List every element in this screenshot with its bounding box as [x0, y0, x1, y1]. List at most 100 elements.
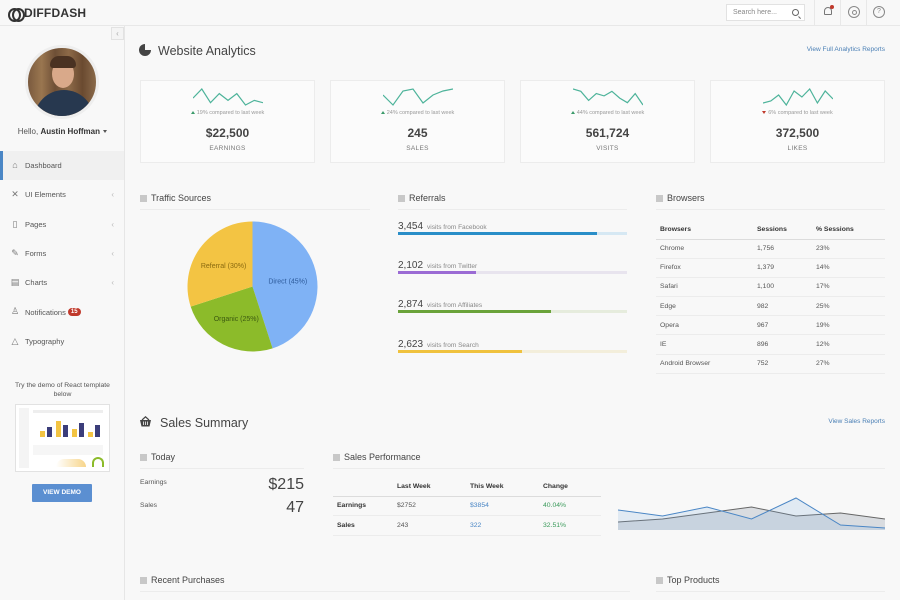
sessions-percent: 19% [812, 315, 885, 336]
row-label: Earnings [333, 496, 393, 516]
sidebar-nav: ⌂ Dashboard ✕ UI Elements ‹ ▯ Pages ‹ ✎ … [0, 151, 124, 356]
sidebar-item-pages[interactable]: ▯ Pages ‹ [0, 210, 124, 239]
sparkline-path [763, 88, 833, 107]
sidebar-item-label: UI Elements [25, 190, 66, 200]
browser-name: Edge [656, 296, 753, 317]
divider [398, 209, 627, 210]
search-input[interactable]: Search here... [726, 4, 805, 21]
stat-label: EARNINGS [209, 145, 246, 152]
help-icon[interactable]: ? [873, 6, 885, 18]
sessions-percent: 25% [812, 296, 885, 317]
sessions-percent: 17% [812, 277, 885, 298]
sidebar-item-forms[interactable]: ✎ Forms ‹ [0, 239, 124, 268]
view-analytics-reports-link[interactable]: View Full Analytics Reports [807, 46, 885, 53]
column-header[interactable]: Change [539, 477, 601, 497]
top-bar: DIFFDASH Search here... ? [0, 0, 900, 26]
sessions-percent: 12% [812, 334, 885, 355]
view-demo-button[interactable]: VIEW DEMO [32, 484, 92, 502]
pie-slice-label: Organic (25%) [214, 316, 259, 323]
column-header[interactable]: % Sessions [812, 220, 885, 240]
referral-item: 2,102 visits from Twitter [398, 255, 627, 274]
sales-performance-table: Last Week This Week Change Earnings $275… [333, 477, 601, 536]
sidebar-item-dashboard[interactable]: ⌂ Dashboard [0, 151, 124, 181]
trend-down-icon [762, 111, 767, 114]
stat-card-earnings: 19% compared to last week $22,500 EARNIN… [140, 80, 315, 163]
notifications-bell-icon[interactable] [822, 5, 834, 18]
sessions-percent: 27% [812, 354, 885, 374]
sparkline [193, 88, 263, 106]
stat-value: 561,724 [585, 126, 630, 140]
basket-icon [140, 416, 151, 427]
sparkline [763, 88, 833, 107]
collapse-sidebar-button[interactable]: ‹ [111, 27, 124, 40]
referral-item: 3,454 visits from Facebook [398, 216, 627, 235]
gear-icon[interactable] [848, 6, 860, 18]
column-header[interactable]: Browsers [656, 220, 753, 240]
sidebar-item-charts[interactable]: ▤ Charts ‹ [0, 268, 124, 297]
brand-logo[interactable]: DIFFDASH [8, 6, 86, 22]
sidebar-item-label: Pages [25, 219, 47, 229]
sidebar-item-typography[interactable]: △ Typography [0, 327, 124, 356]
browser-name: Opera [656, 315, 753, 336]
trend-up-icon [190, 111, 195, 114]
divider [140, 468, 304, 469]
caret-down-icon [103, 130, 108, 134]
pie-chart-icon [139, 43, 152, 56]
divider [333, 468, 885, 469]
referral-progress-track [398, 232, 627, 235]
referral-progress-track [398, 350, 627, 353]
referral-count: 2,623 [398, 339, 424, 350]
today-heading: Today [140, 452, 175, 462]
promo-text: Try the demo of React template below [15, 382, 110, 398]
sessions-value: 982 [753, 296, 812, 317]
column-header[interactable]: Last Week [393, 477, 466, 497]
table-row: Earnings $2752 $3854 40.04% [333, 496, 601, 516]
view-sales-reports-link[interactable]: View Sales Reports [828, 418, 885, 425]
sessions-value: 1,379 [753, 258, 812, 278]
browser-name: Chrome [656, 239, 753, 259]
last-week-value: 243 [393, 515, 466, 536]
square-icon [140, 576, 147, 584]
sessions-value: 1,100 [753, 277, 812, 298]
browser-name: Android Browser [656, 354, 753, 374]
stat-value: $22,500 [205, 126, 250, 140]
sidebar-item-notifications[interactable]: ♙ Notifications 15 [0, 297, 124, 326]
table-row: Android Browser 752 27% [656, 354, 885, 374]
table-row: Safari 1,100 17% [656, 277, 885, 298]
search-icon[interactable] [792, 9, 799, 16]
stat-card-sales: 24% compared to last week 245 SALES [330, 80, 505, 163]
react-demo-preview-image[interactable] [15, 404, 110, 472]
user-menu[interactable]: Hello, Austin Hoffman [0, 127, 125, 136]
avatar[interactable] [25, 45, 99, 119]
sales-label: Sales [140, 502, 158, 509]
sparkline-path [573, 88, 643, 106]
traffic-sources-heading: Traffic Sources [140, 193, 211, 203]
column-header [333, 477, 393, 497]
chevron-left-icon: ‹ [111, 249, 114, 259]
referral-count: 2,874 [398, 299, 424, 310]
comparison-text: 24% compared to last week [331, 110, 504, 116]
sessions-percent: 23% [812, 239, 885, 259]
sales-summary-title: Sales Summary [160, 416, 249, 430]
row-label: Sales [333, 515, 393, 536]
square-icon [140, 453, 147, 461]
this-week-value: 322 [466, 515, 539, 536]
last-week-value: $2752 [393, 496, 466, 516]
column-header[interactable]: This Week [466, 477, 539, 497]
sidebar-item-ui-elements[interactable]: ✕ UI Elements ‹ [0, 180, 124, 209]
referral-source: visits from Twitter [427, 263, 478, 270]
logo-icon [8, 8, 25, 22]
table-row: Firefox 1,379 14% [656, 258, 885, 278]
comparison-text: 6% compared to last week [711, 110, 884, 116]
stat-label: SALES [406, 145, 429, 152]
bell-icon: ♙ [10, 306, 20, 317]
trend-up-icon [570, 111, 575, 114]
typography-icon: △ [11, 335, 19, 346]
referral-count: 2,102 [398, 260, 424, 271]
main-content: Website Analytics View Full Analytics Re… [125, 26, 900, 600]
sidebar: ‹ Hello, Austin Hoffman ⌂ Dashboard ✕ UI… [0, 26, 125, 600]
sales-performance-heading: Sales Performance [333, 452, 421, 462]
sessions-value: 896 [753, 334, 812, 355]
column-header[interactable]: Sessions [753, 220, 812, 240]
user-name: Austin Hoffman [40, 127, 100, 136]
